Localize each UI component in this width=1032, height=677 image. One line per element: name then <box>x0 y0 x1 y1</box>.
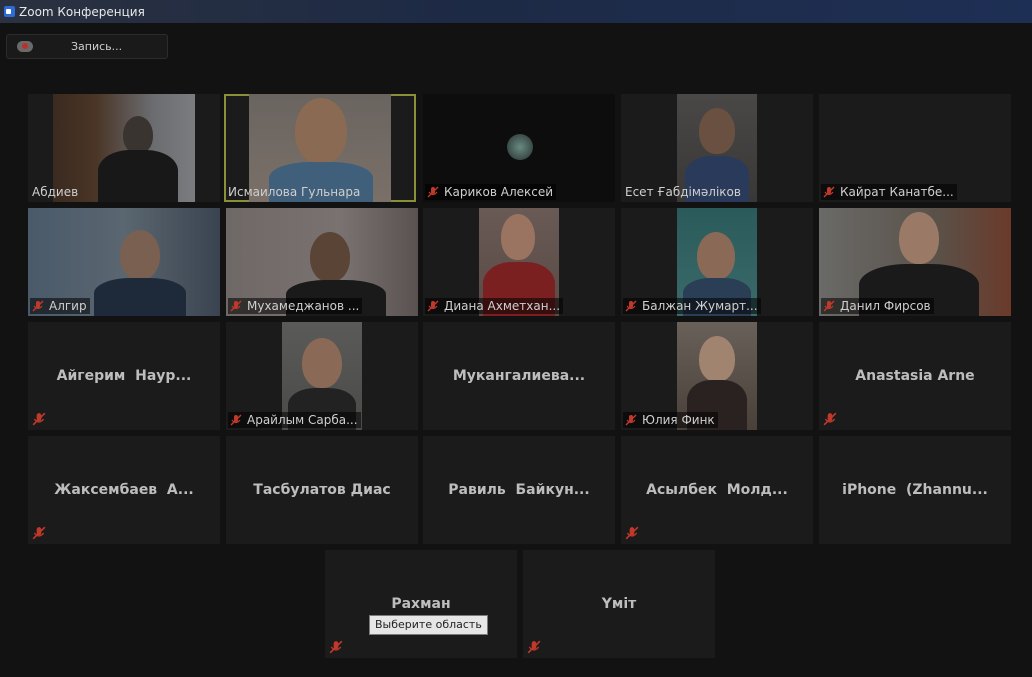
record-label: Запись... <box>71 40 123 53</box>
participant-tile-danil[interactable]: Данил Фирсов <box>819 208 1011 316</box>
participant-tile-algir[interactable]: Алгир <box>28 208 220 316</box>
muted-mic-icon <box>625 414 637 426</box>
participant-label: Абдиев <box>30 184 81 200</box>
participant-label: Кариков Алексей <box>425 184 557 200</box>
window-title: Zoom Конференция <box>19 4 145 19</box>
participant-label: Мухамеджанов ... <box>228 298 363 314</box>
participant-tile-ismailova[interactable]: Исмаилова Гульнара <box>224 94 416 202</box>
participant-name: Кариков Алексей <box>444 185 554 199</box>
muted-mic-icon <box>427 300 439 312</box>
participant-tile-abdiev[interactable]: Абдиев <box>28 94 220 202</box>
cloud-record-icon <box>17 41 33 52</box>
participant-name: Мукангалиева... <box>452 368 586 384</box>
participant-name: Алгир <box>49 299 87 313</box>
select-area-tooltip: Выберите область <box>369 615 488 635</box>
participant-name: Диана Ахметхан... <box>444 299 561 313</box>
participant-label: Есет Ғабдімәліков <box>623 184 744 200</box>
participant-tile-mukangalieva[interactable]: Мукангалиева... <box>423 322 615 430</box>
participant-name: Арайлым Сарба... <box>247 413 358 427</box>
participant-name: Кайрат Канатбе... <box>840 185 954 199</box>
participant-tile-umit[interactable]: Үміт <box>523 550 715 658</box>
participant-tile-asylbek[interactable]: Асылбек Молд... <box>621 436 813 544</box>
muted-mic-icon <box>32 412 46 426</box>
zoom-app-icon <box>4 6 15 17</box>
participant-name: Мухамеджанов ... <box>247 299 360 313</box>
muted-mic-icon <box>625 526 639 540</box>
participant-name: iPhone (Zhannu... <box>842 482 988 498</box>
participant-tile-zhaksembaev[interactable]: Жаксембаев А... <box>28 436 220 544</box>
participant-tile-mukhamedzhanov[interactable]: Мухамеджанов ... <box>226 208 418 316</box>
participant-label: Исмаилова Гульнара <box>226 184 363 200</box>
participant-name: Үміт <box>601 596 637 612</box>
muted-mic-icon <box>823 412 837 426</box>
participant-tile-araylym[interactable]: Арайлым Сарба... <box>226 322 418 430</box>
participant-tile-eset[interactable]: Есет Ғабдімәліков <box>621 94 813 202</box>
participant-name: Есет Ғабдімәліков <box>625 185 741 199</box>
participant-tile-diana[interactable]: Диана Ахметхан... <box>423 208 615 316</box>
participant-tile-ravil[interactable]: Равиль Байкун... <box>423 436 615 544</box>
participant-label: Юлия Финк <box>623 412 718 428</box>
participant-name: Юлия Финк <box>642 413 715 427</box>
participant-tile-aigerim[interactable]: Айгерим Наур... <box>28 322 220 430</box>
muted-mic-icon <box>625 300 637 312</box>
participant-name: Абдиев <box>32 185 79 199</box>
participant-name: Равиль Байкун... <box>448 482 590 498</box>
participant-tile-tasbulatov[interactable]: Тасбулатов Диас <box>226 436 418 544</box>
muted-mic-icon <box>527 640 541 654</box>
muted-mic-icon <box>230 414 242 426</box>
muted-mic-icon <box>427 186 439 198</box>
participant-label: Арайлым Сарба... <box>228 412 361 428</box>
participant-tile-balzhan[interactable]: Балжан Жумарт... <box>621 208 813 316</box>
participant-name: Балжан Жумарт... <box>642 299 758 313</box>
participant-name: Жаксембаев А... <box>54 482 194 498</box>
muted-mic-icon <box>329 640 343 654</box>
participant-name: Асылбек Молд... <box>646 482 788 498</box>
muted-mic-icon <box>32 300 44 312</box>
participant-tile-rakhman[interactable]: Рахман <box>325 550 517 658</box>
participant-label: Данил Фирсов <box>821 298 934 314</box>
participant-tile-karikov[interactable]: Кариков Алексей <box>423 94 615 202</box>
participant-name: Тасбулатов Диас <box>253 482 391 498</box>
participant-name: Данил Фирсов <box>840 299 931 313</box>
participant-label: Алгир <box>30 298 90 314</box>
participant-label: Диана Ахметхан... <box>425 298 564 314</box>
participant-name: Anastasia Arne <box>855 368 975 384</box>
muted-mic-icon <box>32 526 46 540</box>
participant-label: Кайрат Канатбе... <box>821 184 957 200</box>
participant-tile-yuliya[interactable]: Юлия Финк <box>621 322 813 430</box>
participant-tile-kairat[interactable]: Кайрат Канатбе... <box>819 94 1011 202</box>
participant-label: Балжан Жумарт... <box>623 298 761 314</box>
muted-mic-icon <box>823 300 835 312</box>
participant-name: Рахман <box>391 596 451 612</box>
participant-name: Айгерим Наур... <box>56 368 192 384</box>
participant-tile-anastasia[interactable]: Anastasia Arne <box>819 322 1011 430</box>
participant-tile-iphone[interactable]: iPhone (Zhannu... <box>819 436 1011 544</box>
muted-mic-icon <box>823 186 835 198</box>
record-button[interactable]: Запись... <box>6 34 168 59</box>
window-titlebar: Zoom Конференция <box>0 0 1032 23</box>
participant-name: Исмаилова Гульнара <box>228 185 361 199</box>
muted-mic-icon <box>230 300 242 312</box>
